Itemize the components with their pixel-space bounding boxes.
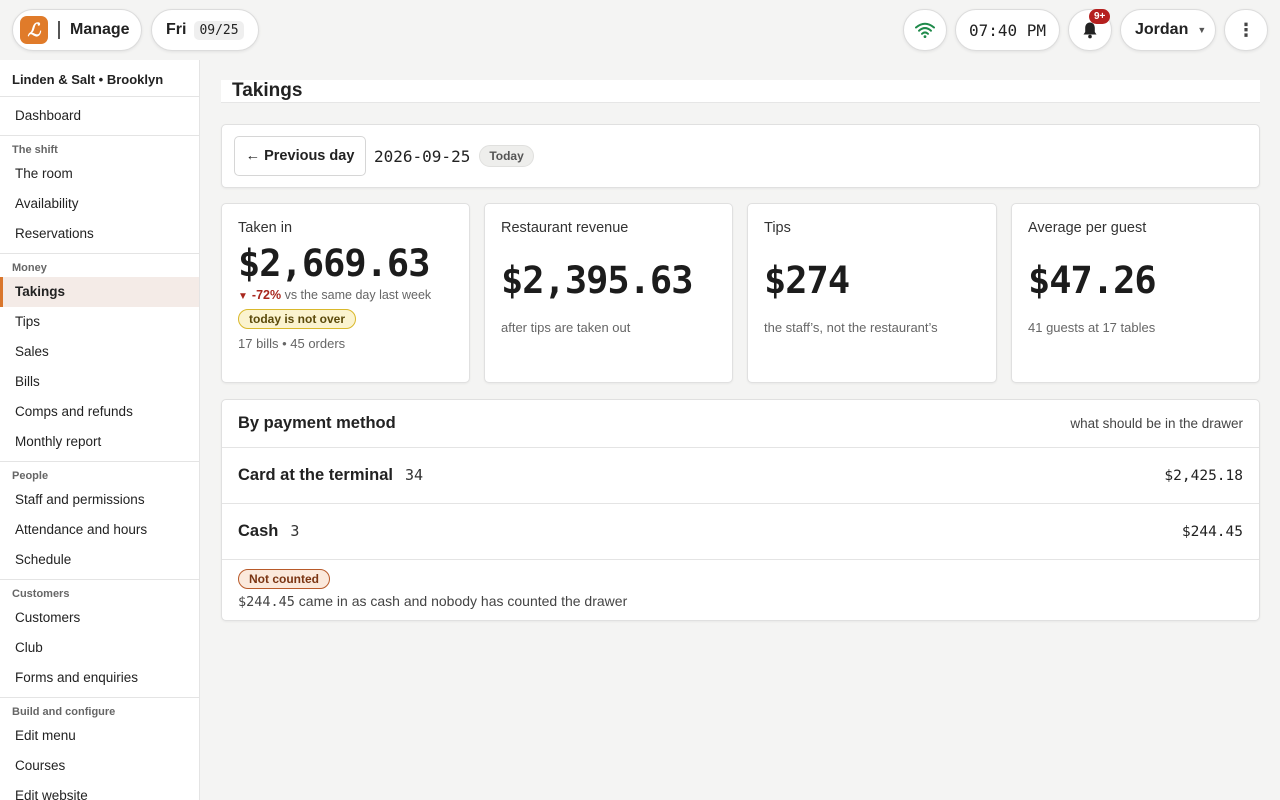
nav-group-title: People — [12, 470, 49, 482]
sidebar-item-forms-and-enquiries[interactable]: Forms and enquiries — [0, 663, 199, 693]
nav-group-build-and-configure: Build and configure Edit menu Courses Ed… — [0, 698, 199, 800]
day-navigation-bar: ← Previous day 2026-09-25 Today — [221, 124, 1260, 188]
delta-text: vs the same day last week — [284, 288, 432, 302]
stat-subtext: the staff’s, not the restaurant’s — [764, 320, 938, 335]
stat-card-taken-in: Taken in $2,669.63 ▼ -72% vs the same day… — [221, 203, 470, 383]
payment-method-amount: $244.45 — [1181, 523, 1243, 540]
chevron-down-icon: ▼ — [1197, 25, 1207, 35]
nav-group-money: Money Takings Tips Sales Bills Comps and… — [0, 254, 199, 462]
section-hint: what should be in the drawer — [1070, 416, 1243, 431]
connection-status-button[interactable] — [903, 9, 947, 51]
cash-count-status: Not counted $244.45 came in as cash and … — [222, 560, 1259, 610]
not-counted-badge: Not counted — [238, 569, 330, 589]
nav-group-title: The shift — [12, 144, 58, 156]
stat-value: $47.26 — [1028, 259, 1157, 302]
payment-method-name: Cash — [238, 522, 279, 540]
nav-group-the-shift: The shift The room Availability Reservat… — [0, 136, 199, 254]
stat-value: $274 — [764, 259, 850, 302]
delta-percent: -72% — [251, 288, 282, 302]
stat-label: Restaurant revenue — [501, 220, 629, 236]
user-name: Jordan — [1135, 21, 1189, 38]
sidebar-item-edit-menu[interactable]: Edit menu — [0, 721, 199, 751]
stat-value: $2,395.63 — [501, 259, 693, 302]
payment-method-amount: $2,425.18 — [1164, 467, 1243, 484]
sidebar-item-availability[interactable]: Availability — [0, 189, 199, 219]
app-logo-icon: ℒ — [20, 16, 48, 44]
stat-subtext: after tips are taken out — [501, 320, 631, 335]
cash-count-note: $244.45 came in as cash and nobody has c… — [238, 593, 1243, 610]
sidebar-item-courses[interactable]: Courses — [0, 751, 199, 781]
clock-time: 07:40 PM — [968, 20, 1047, 40]
brand-label: Manage — [70, 21, 130, 38]
sidebar-item-takings[interactable]: Takings — [0, 277, 199, 307]
venue-name: Linden & Salt • Brooklyn — [0, 60, 199, 97]
today-chip: Today — [479, 145, 534, 167]
sidebar-item-attendance-and-hours[interactable]: Attendance and hours — [0, 515, 199, 545]
sidebar-item-club[interactable]: Club — [0, 633, 199, 663]
sidebar-item-schedule[interactable]: Schedule — [0, 545, 199, 575]
sidebar-item-reservations[interactable]: Reservations — [0, 219, 199, 249]
previous-day-button[interactable]: ← Previous day — [234, 136, 366, 176]
sidebar-item-monthly-report[interactable]: Monthly report — [0, 427, 199, 457]
sidebar-item-staff-and-permissions[interactable]: Staff and permissions — [0, 485, 199, 515]
stat-value: $2,669.63 — [238, 242, 430, 285]
section-title: By payment method — [238, 414, 396, 432]
nav-group-title: Build and configure — [12, 706, 116, 718]
nav-group-customers: Customers Customers Club Forms and enqui… — [0, 580, 199, 698]
sidebar-item-bills[interactable]: Bills — [0, 367, 199, 397]
more-options-button[interactable]: ⋮ — [1224, 9, 1268, 51]
nav-group-top: Dashboard — [0, 97, 199, 136]
nav-group-title: Money — [12, 262, 47, 274]
bill-order-counts: 17 bills • 45 orders — [238, 336, 346, 351]
stat-label: Average per guest — [1028, 220, 1147, 236]
nav-group-people: People Staff and permissions Attendance … — [0, 462, 199, 580]
current-date: 2026-09-25 — [374, 146, 471, 166]
payment-method-name: Card at the terminal — [238, 466, 393, 484]
notifications-button[interactable]: 9+ — [1068, 9, 1112, 51]
wifi-icon — [915, 22, 935, 38]
brand-pill[interactable]: ℒ Manage — [12, 9, 142, 51]
stat-card-tips: Tips $274 the staff’s, not the restauran… — [747, 203, 997, 383]
sidebar-item-the-room[interactable]: The room — [0, 159, 199, 189]
notification-count-badge: 9+ — [1089, 9, 1111, 24]
payment-method-header: By payment method what should be in the … — [222, 400, 1259, 448]
user-menu-button[interactable]: Jordan ▼ — [1120, 9, 1216, 51]
sidebar-item-dashboard[interactable]: Dashboard — [0, 101, 199, 131]
stat-card-average-per-guest: Average per guest $47.26 41 guests at 17… — [1011, 203, 1260, 383]
sidebar-item-customers[interactable]: Customers — [0, 603, 199, 633]
stat-subtext: 41 guests at 17 tables — [1028, 320, 1156, 335]
payment-method: Cash 3 — [238, 522, 299, 541]
date-number: 09/25 — [194, 20, 244, 40]
cash-note-text: came in as cash and nobody has counted t… — [294, 593, 628, 609]
cash-note-amount: $244.45 — [238, 594, 295, 610]
stat-label: Taken in — [238, 220, 293, 236]
stat-delta: ▼ -72% vs the same day last week — [238, 288, 469, 302]
sidebar-item-tips[interactable]: Tips — [0, 307, 199, 337]
more-vertical-icon: ⋮ — [1237, 19, 1255, 40]
nav-group-title: Customers — [12, 588, 70, 600]
sidebar-item-comps-and-refunds[interactable]: Comps and refunds — [0, 397, 199, 427]
payment-row-card[interactable]: Card at the terminal 34 $2,425.18 — [222, 448, 1259, 504]
sidebar-item-edit-website[interactable]: Edit website — [0, 781, 199, 800]
payment-row-cash[interactable]: Cash 3 $244.45 — [222, 504, 1259, 560]
brand-divider — [58, 21, 60, 39]
sidebar: Linden & Salt • Brooklyn Dashboard The s… — [0, 60, 200, 800]
page-title: Takings — [221, 80, 1260, 103]
stat-label: Tips — [764, 220, 791, 236]
down-arrow-icon: ▼ — [238, 291, 248, 302]
stat-card-restaurant-revenue: Restaurant revenue $2,395.63 after tips … — [484, 203, 733, 383]
clock-pill: 07:40 PM — [955, 9, 1060, 51]
day-not-over-badge: today is not over — [238, 309, 357, 329]
payment-method: Card at the terminal 34 — [238, 466, 423, 485]
date-pill[interactable]: Fri 09/25 — [151, 9, 259, 51]
payment-method-panel: By payment method what should be in the … — [221, 399, 1260, 621]
date-day: Fri — [166, 21, 187, 38]
payment-method-count: 34 — [404, 466, 424, 484]
sidebar-item-sales[interactable]: Sales — [0, 337, 199, 367]
payment-method-count: 3 — [290, 522, 300, 540]
